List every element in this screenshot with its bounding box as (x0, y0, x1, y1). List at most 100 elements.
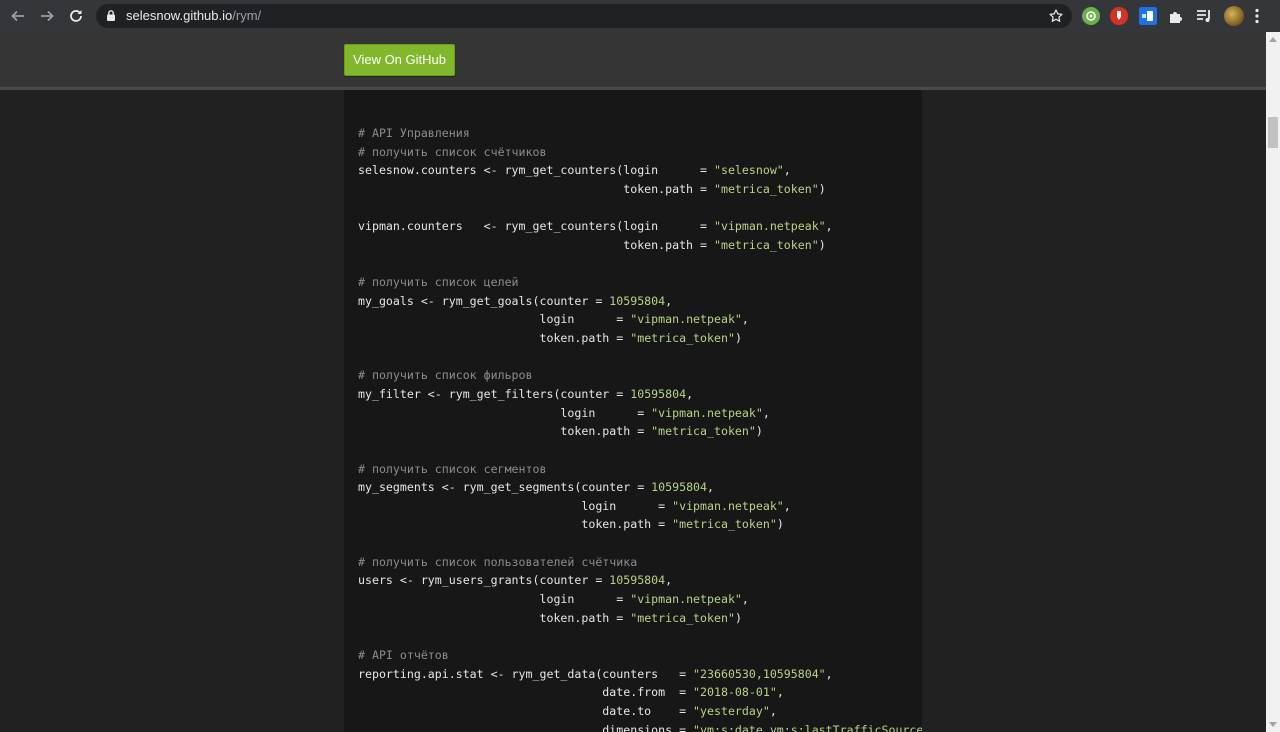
url-host: selesnow.github.io (126, 8, 233, 23)
back-arrow-icon[interactable] (8, 6, 28, 26)
code-line: token.path = "metrica_token") (358, 180, 922, 199)
code-comment: # API отчётов (358, 647, 449, 662)
address-bar[interactable]: selesnow.github.io/rym/ (96, 4, 1072, 28)
code-string: "vipman.netpeak" (713, 219, 826, 234)
code-text: ) (818, 237, 826, 252)
url-path: /rym/ (232, 8, 262, 23)
code-text: ) (818, 181, 826, 196)
code-line: date.to = "yesterday", (358, 702, 922, 721)
code-text: , (741, 312, 749, 327)
code-line: login = "vipman.netpeak", (358, 404, 922, 423)
code-line: # получить список счётчиков (358, 143, 922, 162)
code-line: selesnow.counters <- rym_get_counters(lo… (358, 161, 922, 180)
code-text: my_filter <- rym_get_filters(counter = (358, 386, 631, 401)
code-text: token.path = (358, 237, 714, 252)
code-text: token.path = (358, 610, 631, 625)
code-text: ) (755, 424, 763, 439)
code-comment: # получить список сегментов (358, 461, 547, 476)
code-text: login = (358, 405, 652, 420)
code-string: "ym:s:date,ym:s:lastTrafficSource (693, 722, 922, 732)
view-on-github-button[interactable]: View On GitHub (344, 44, 455, 76)
code-string: "metrica_token" (713, 181, 819, 196)
code-string: "vipman.netpeak" (651, 405, 763, 420)
code-text: my_goals <- rym_get_goals(counter = (358, 293, 610, 308)
code-text: , (825, 666, 833, 681)
code-string: "vipman.netpeak" (630, 592, 742, 607)
code-text: , (776, 685, 784, 700)
browser-toolbar: selesnow.github.io/rym/ (0, 0, 1280, 32)
code-line: token.path = "metrica_token") (358, 609, 922, 628)
code-text: login = (358, 592, 631, 607)
code-line: # получить список целей (358, 273, 922, 292)
code-comment: # получить список счётчиков (358, 144, 547, 159)
code-string: "yesterday" (693, 703, 770, 718)
extension-green-icon[interactable] (1082, 7, 1100, 25)
code-line: dimensions = "ym:s:date,ym:s:lastTraffic… (358, 721, 922, 732)
extension-blue-icon[interactable] (1139, 7, 1157, 25)
reading-list-icon[interactable] (1195, 7, 1213, 25)
url-text[interactable]: selesnow.github.io/rym/ (126, 9, 261, 23)
code-text: , (825, 219, 833, 234)
code-text: login = (358, 498, 673, 513)
code-number: 10595804 (609, 573, 666, 588)
code-number: 10595804 (651, 480, 708, 495)
bookmark-star-icon[interactable] (1048, 8, 1064, 29)
code-line: vipman.counters <- rym_get_counters(logi… (358, 217, 922, 236)
scroll-thumb[interactable] (1268, 117, 1278, 148)
forward-arrow-icon[interactable] (37, 6, 57, 26)
code-string: "metrica_token" (713, 237, 819, 252)
code-text: , (783, 163, 791, 178)
code-text: login = (358, 312, 631, 327)
code-string: "selesnow" (713, 163, 784, 178)
code-text: ) (734, 331, 742, 346)
code-text: , (769, 703, 777, 718)
code-string: "2018-08-01" (693, 685, 777, 700)
code-text: , (665, 573, 673, 588)
code-line: # API Управления (358, 124, 922, 143)
code-line: my_goals <- rym_get_goals(counter = 1059… (358, 292, 922, 311)
code-line: my_segments <- rym_get_segments(counter … (358, 478, 922, 497)
code-text: , (762, 405, 770, 420)
code-text: ) (776, 517, 784, 532)
code-text: reporting.api.stat <- rym_get_data(count… (358, 666, 694, 681)
code-text: , (686, 386, 694, 401)
code-comment: # получить список целей (358, 275, 519, 290)
code-line: reporting.api.stat <- rym_get_data(count… (358, 665, 922, 684)
puzzle-icon[interactable] (1167, 7, 1185, 25)
reload-icon[interactable] (66, 6, 86, 26)
code-text: my_segments <- rym_get_segments(counter … (358, 480, 652, 495)
lock-icon[interactable] (106, 9, 116, 27)
code-text: vipman.counters <- rym_get_counters(logi… (358, 219, 714, 234)
code-text: dimensions = (358, 722, 694, 732)
code-line: login = "vipman.netpeak", (358, 497, 922, 516)
code-text: date.from = (358, 685, 694, 700)
code-comment: # API Управления (358, 126, 470, 140)
code-line: my_filter <- rym_get_filters(counter = 1… (358, 385, 922, 404)
code-string: "23660530,10595804" (693, 666, 826, 681)
site-header: View On GitHub (0, 32, 1266, 87)
code-text: , (707, 480, 714, 495)
page-scrollbar[interactable] (1266, 32, 1280, 732)
code-line: token.path = "metrica_token") (358, 236, 922, 255)
code-string: "vipman.netpeak" (672, 498, 784, 513)
code-text: token.path = (358, 517, 673, 532)
code-string: "vipman.netpeak" (630, 312, 742, 327)
code-string: "metrica_token" (630, 610, 735, 625)
code-line: date.from = "2018-08-01", (358, 683, 922, 702)
profile-avatar-icon[interactable] (1224, 6, 1244, 26)
code-text: , (665, 293, 673, 308)
code-text: date.to = (358, 703, 694, 718)
code-line: # API отчётов (358, 646, 922, 665)
code-line: # получить список сегментов (358, 460, 922, 479)
extension-red-icon[interactable] (1110, 7, 1128, 25)
code-text: token.path = (358, 424, 652, 439)
scroll-up-arrow-icon[interactable] (1269, 37, 1277, 42)
scroll-down-arrow-icon[interactable] (1269, 722, 1277, 727)
code-string: "metrica_token" (672, 517, 777, 532)
code-line: users <- rym_users_grants(counter = 1059… (358, 571, 922, 590)
kebab-menu-icon[interactable] (1254, 8, 1260, 29)
code-comment: # получить список пользователей счётчика (358, 554, 638, 569)
